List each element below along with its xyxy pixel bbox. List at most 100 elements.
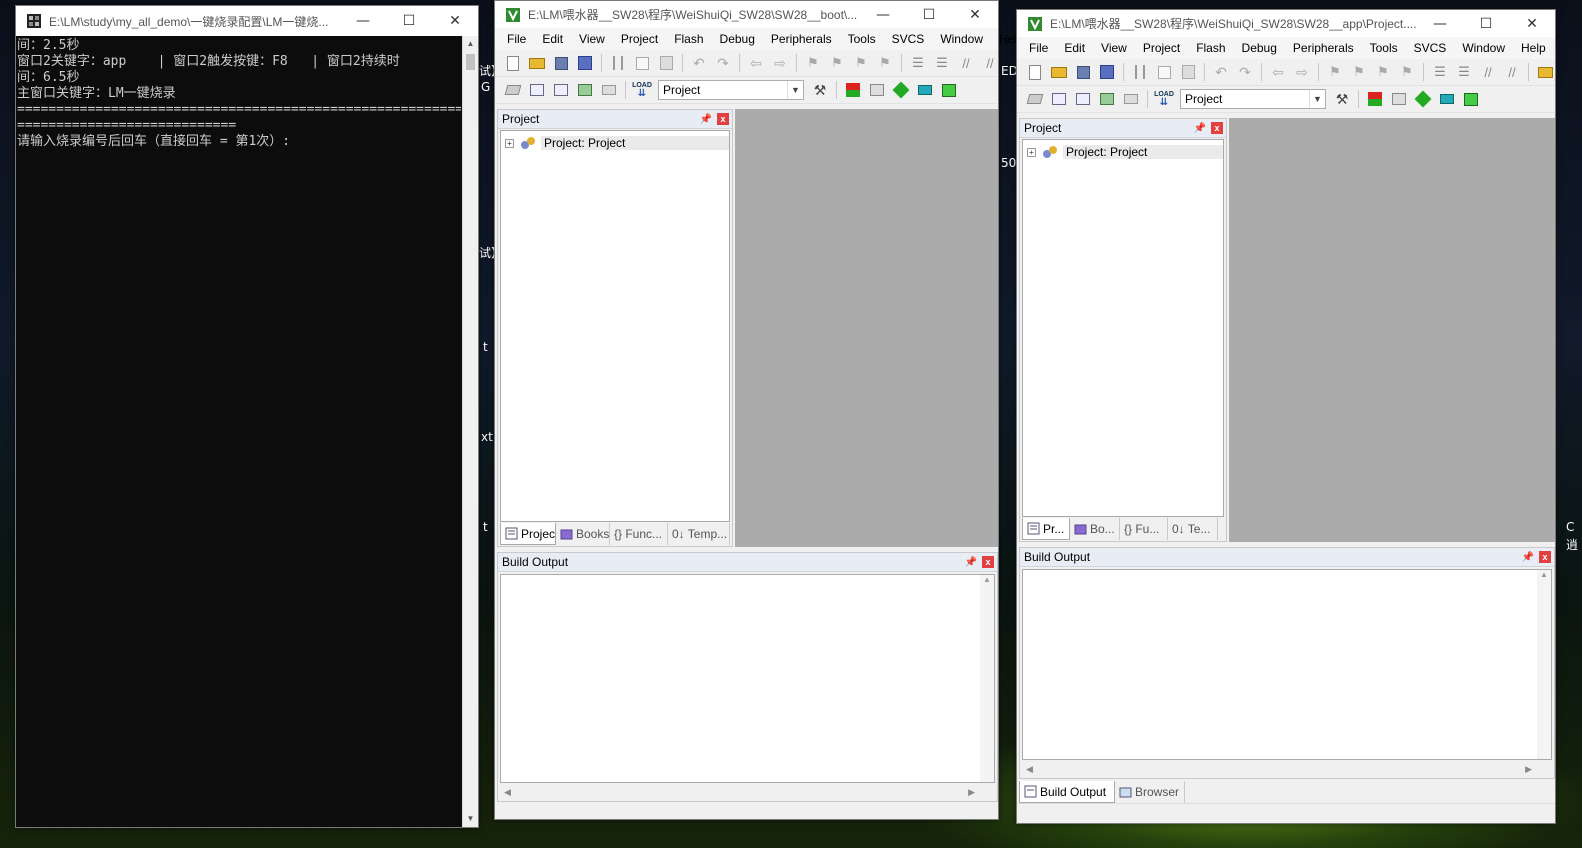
close-pane-icon[interactable]: x [1539,551,1551,563]
manage-rte-icon[interactable] [891,80,911,100]
uncomment-icon[interactable]: // [1502,62,1522,82]
save-all-icon[interactable] [1097,62,1117,82]
tab-templates[interactable]: 0↓ Te... [1168,518,1218,540]
debug-session-icon[interactable] [939,80,959,100]
maximize-button[interactable]: ☐ [906,1,952,28]
menu-tools[interactable]: Tools [1362,41,1406,55]
indent-icon[interactable]: ☰ [908,53,928,73]
nav-forward-icon[interactable]: ⇨ [1292,62,1312,82]
menu-debug[interactable]: Debug [1234,41,1285,55]
menu-svcs[interactable]: SVCS [1406,41,1455,55]
open-folder-icon[interactable] [1049,62,1069,82]
comment-icon[interactable]: // [1478,62,1498,82]
unindent-icon[interactable]: ☰ [932,53,952,73]
bookmark-icon[interactable]: ⚑ [1325,62,1345,82]
cut-icon[interactable] [1130,62,1150,82]
redo-icon[interactable]: ↷ [713,53,733,73]
output-vertical-scrollbar[interactable]: ▲ [980,575,994,782]
pin-icon[interactable]: 📌 [964,557,978,568]
menu-tools[interactable]: Tools [840,32,884,46]
indent-icon[interactable]: ☰ [1430,62,1450,82]
pin-icon[interactable]: 📌 [699,114,713,125]
paste-icon[interactable] [1178,62,1198,82]
expand-icon[interactable]: + [505,138,514,148]
console-titlebar[interactable]: E:\LM\study\my_all_demo\一键烧录配置\LM一键烧... … [16,6,478,36]
copy-icon[interactable] [632,53,652,73]
pin-icon[interactable]: 📌 [1521,552,1535,563]
minimize-button[interactable]: — [860,1,906,28]
download-load-icon[interactable]: LOAD ⇊ [632,80,652,100]
menu-edit[interactable]: Edit [534,32,571,46]
comment-icon[interactable]: // [956,53,976,73]
cut-icon[interactable] [608,53,628,73]
menu-project[interactable]: Project [1135,41,1188,55]
nav-back-icon[interactable]: ⇦ [746,53,766,73]
output-vertical-scrollbar[interactable]: ▲ [1537,570,1551,759]
console-vertical-scrollbar[interactable]: ▲ ▼ [462,36,478,827]
menu-file[interactable]: File [499,32,534,46]
menu-window[interactable]: Window [932,32,991,46]
find-in-files-icon[interactable] [1535,62,1555,82]
menu-peripherals[interactable]: Peripherals [1285,41,1362,55]
new-file-icon[interactable] [503,53,523,73]
menu-svcs[interactable]: SVCS [884,32,933,46]
tree-item-project[interactable]: + Project: Project [1023,143,1223,161]
target-options-icon[interactable]: ⚒ [810,80,830,100]
minimize-button[interactable]: — [340,6,386,36]
maximize-button[interactable]: ☐ [386,6,432,36]
menu-edit[interactable]: Edit [1056,41,1093,55]
tree-item-project[interactable]: + Project: Project [501,134,729,152]
save-icon[interactable] [1073,62,1093,82]
chevron-down-icon[interactable]: ▼ [1309,90,1325,108]
debug-session-icon[interactable] [1461,89,1481,109]
save-icon[interactable] [551,53,571,73]
save-all-icon[interactable] [575,53,595,73]
stop-build-icon[interactable] [599,80,619,100]
build-output-text[interactable]: ▲ [500,574,995,783]
expand-icon[interactable]: + [1027,147,1036,157]
close-pane-icon[interactable]: x [982,556,994,568]
build-icon[interactable] [1049,89,1069,109]
stop-build-icon[interactable] [1121,89,1141,109]
scroll-up-arrow-icon[interactable]: ▲ [463,36,478,52]
tab-books[interactable]: Books [556,523,610,545]
menu-help[interactable]: Help [1513,41,1554,55]
maximize-button[interactable]: ☐ [1463,10,1509,37]
tab-books[interactable]: Bo... [1070,518,1120,540]
pack-installer-icon[interactable] [915,80,935,100]
close-button[interactable]: ✕ [432,6,478,36]
translate-icon[interactable] [1025,89,1045,109]
rebuild-icon[interactable] [551,80,571,100]
menu-flash[interactable]: Flash [1188,41,1233,55]
rebuild-icon[interactable] [1073,89,1093,109]
build-icon[interactable] [527,80,547,100]
bookmark-icon[interactable]: ⚑ [803,53,823,73]
close-button[interactable]: ✕ [1509,10,1555,37]
build-output-text[interactable]: ▲ [1022,569,1552,760]
batch-build-icon[interactable] [1097,89,1117,109]
target-select[interactable]: Project ▼ [658,80,804,100]
uvision-app-titlebar[interactable]: E:\LM\喂水器__SW28\程序\WeiShuiQi_SW28\SW28__… [1017,10,1555,37]
target-options-icon[interactable]: ⚒ [1332,89,1352,109]
menu-view[interactable]: View [1093,41,1135,55]
nav-back-icon[interactable]: ⇦ [1268,62,1288,82]
scroll-thumb[interactable] [466,54,475,70]
menu-debug[interactable]: Debug [712,32,763,46]
paste-icon[interactable] [656,53,676,73]
menu-flash[interactable]: Flash [666,32,711,46]
bookmark-clear-icon[interactable]: ⚑ [1397,62,1417,82]
tab-build-output[interactable]: Build Output [1019,781,1115,803]
scroll-down-arrow-icon[interactable]: ▼ [463,811,478,827]
new-file-icon[interactable] [1025,62,1045,82]
tab-templates[interactable]: 0↓ Temp... [668,523,730,545]
bookmark-clear-icon[interactable]: ⚑ [875,53,895,73]
minimize-button[interactable]: — [1417,10,1463,37]
uncomment-icon[interactable]: // [980,53,998,73]
pin-icon[interactable]: 📌 [1193,123,1207,134]
console-output[interactable]: 间：2.5秒 窗口2关键字：app | 窗口2触发按键：F8 | 窗口2持续时 … [16,36,462,827]
menu-view[interactable]: View [571,32,613,46]
menu-window[interactable]: Window [1454,41,1513,55]
nav-forward-icon[interactable]: ⇨ [770,53,790,73]
select-pack-icon[interactable] [867,80,887,100]
unindent-icon[interactable]: ☰ [1454,62,1474,82]
